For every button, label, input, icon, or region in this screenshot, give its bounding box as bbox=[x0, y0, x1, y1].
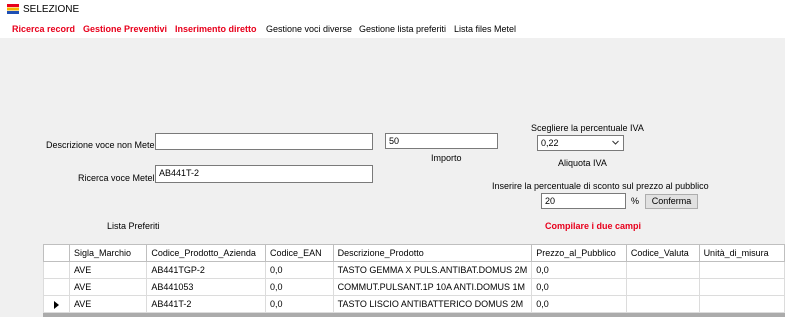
menu-ricerca-record[interactable]: Ricerca record bbox=[12, 24, 75, 34]
table-row-current[interactable]: AVE AB441T-2 0,0 TASTO LISCIO ANTIBATTER… bbox=[43, 295, 785, 313]
importo-input[interactable]: 50 bbox=[385, 133, 498, 149]
menu-lista-files-metel[interactable]: Lista files Metel bbox=[454, 24, 516, 34]
table-header-row: Sigla_Marchio Codice_Prodotto_Azienda Co… bbox=[43, 244, 785, 262]
menu-gestione-voci-diverse[interactable]: Gestione voci diverse bbox=[266, 24, 352, 34]
title-bar: SELEZIONE bbox=[0, 0, 785, 20]
menu-inserimento-diretto[interactable]: Inserimento diretto bbox=[175, 24, 257, 34]
table-cell[interactable] bbox=[625, 278, 700, 296]
column-header[interactable]: Codice_EAN bbox=[265, 244, 334, 262]
table-cell[interactable]: AVE bbox=[68, 261, 148, 279]
descrizione-input[interactable] bbox=[155, 133, 373, 150]
table-cell[interactable]: AB441T-2 bbox=[146, 295, 267, 313]
iva-prompt: Scegliere la percentuale IVA bbox=[531, 123, 644, 133]
lista-preferiti-label: Lista Preferiti bbox=[107, 221, 160, 231]
sconto-input[interactable]: 20 bbox=[541, 193, 626, 209]
column-header[interactable]: Descrizione_Prodotto bbox=[332, 244, 533, 262]
column-header[interactable]: Codice_Prodotto_Azienda bbox=[146, 244, 267, 262]
sconto-prompt: Inserire la percentuale di sconto sul pr… bbox=[492, 181, 709, 191]
preferiti-table: Sigla_Marchio Codice_Prodotto_Azienda Co… bbox=[43, 244, 785, 313]
table-cell[interactable]: 0,0 bbox=[265, 278, 334, 296]
table-cell[interactable]: 0,0 bbox=[531, 278, 627, 296]
table-row[interactable]: AVE AB441TGP-2 0,0 TASTO GEMMA X PULS.AN… bbox=[43, 261, 785, 279]
table-cell[interactable]: 0,0 bbox=[531, 295, 627, 313]
preferiti-grid[interactable]: Sigla_Marchio Codice_Prodotto_Azienda Co… bbox=[43, 244, 785, 317]
menu-gestione-lista-preferiti[interactable]: Gestione lista preferiti bbox=[359, 24, 446, 34]
table-cell[interactable]: AB441TGP-2 bbox=[146, 261, 267, 279]
table-cell[interactable] bbox=[625, 261, 700, 279]
conferma-button[interactable]: Conferma bbox=[645, 194, 698, 209]
table-cell[interactable]: TASTO GEMMA X PULS.ANTIBAT.DOMUS 2M bbox=[332, 261, 533, 279]
table-cell[interactable]: 0,0 bbox=[265, 261, 334, 279]
table-cell[interactable] bbox=[625, 295, 700, 313]
ricerca-label: Ricerca voce Metel bbox=[78, 173, 155, 183]
menu-gestione-preventivi[interactable]: Gestione Preventivi bbox=[83, 24, 167, 34]
iva-select[interactable]: 0,22 bbox=[537, 135, 624, 151]
iva-label: Aliquota IVA bbox=[558, 158, 607, 168]
table-cell[interactable]: AB441053 bbox=[146, 278, 267, 296]
table-cell[interactable]: 0,0 bbox=[531, 261, 627, 279]
table-cell[interactable]: AVE bbox=[68, 295, 148, 313]
iva-selected-value: 0,22 bbox=[541, 138, 559, 148]
column-header[interactable]: Unità_di_misura bbox=[698, 244, 785, 262]
descrizione-label: Descrizione voce non Metel bbox=[46, 140, 157, 150]
table-cell[interactable] bbox=[698, 295, 785, 313]
table-cell[interactable]: TASTO LISCIO ANTIBATTERICO DOMUS 2M bbox=[332, 295, 533, 313]
table-cell[interactable] bbox=[698, 261, 785, 279]
menu-bar: Ricerca record Gestione Preventivi Inser… bbox=[0, 20, 785, 38]
row-header[interactable] bbox=[43, 295, 70, 313]
chevron-down-icon bbox=[612, 140, 619, 145]
percent-label: % bbox=[631, 196, 640, 206]
column-header[interactable]: Codice_Valuta bbox=[625, 244, 700, 262]
table-cell[interactable]: 0,0 bbox=[265, 295, 334, 313]
column-header[interactable]: Prezzo_al_Pubblico bbox=[531, 244, 627, 262]
app-icon bbox=[7, 4, 19, 14]
column-header[interactable]: Sigla_Marchio bbox=[68, 244, 148, 262]
importo-label: Importo bbox=[431, 153, 462, 163]
table-cell[interactable]: COMMUT.PULSANT.1P 10A ANTI.DOMUS 1M bbox=[332, 278, 533, 296]
current-row-arrow-icon bbox=[53, 300, 59, 309]
table-cell[interactable] bbox=[698, 278, 785, 296]
table-cell[interactable]: AVE bbox=[68, 278, 148, 296]
table-row[interactable]: AVE AB441053 0,0 COMMUT.PULSANT.1P 10A A… bbox=[43, 278, 785, 296]
ricerca-input[interactable]: AB441T-2 bbox=[155, 165, 373, 183]
warning-text: Compilare i due campi bbox=[545, 221, 642, 231]
row-header-corner bbox=[43, 244, 70, 262]
window-title: SELEZIONE bbox=[23, 4, 80, 15]
row-header[interactable] bbox=[43, 261, 70, 279]
row-header[interactable] bbox=[43, 278, 70, 296]
